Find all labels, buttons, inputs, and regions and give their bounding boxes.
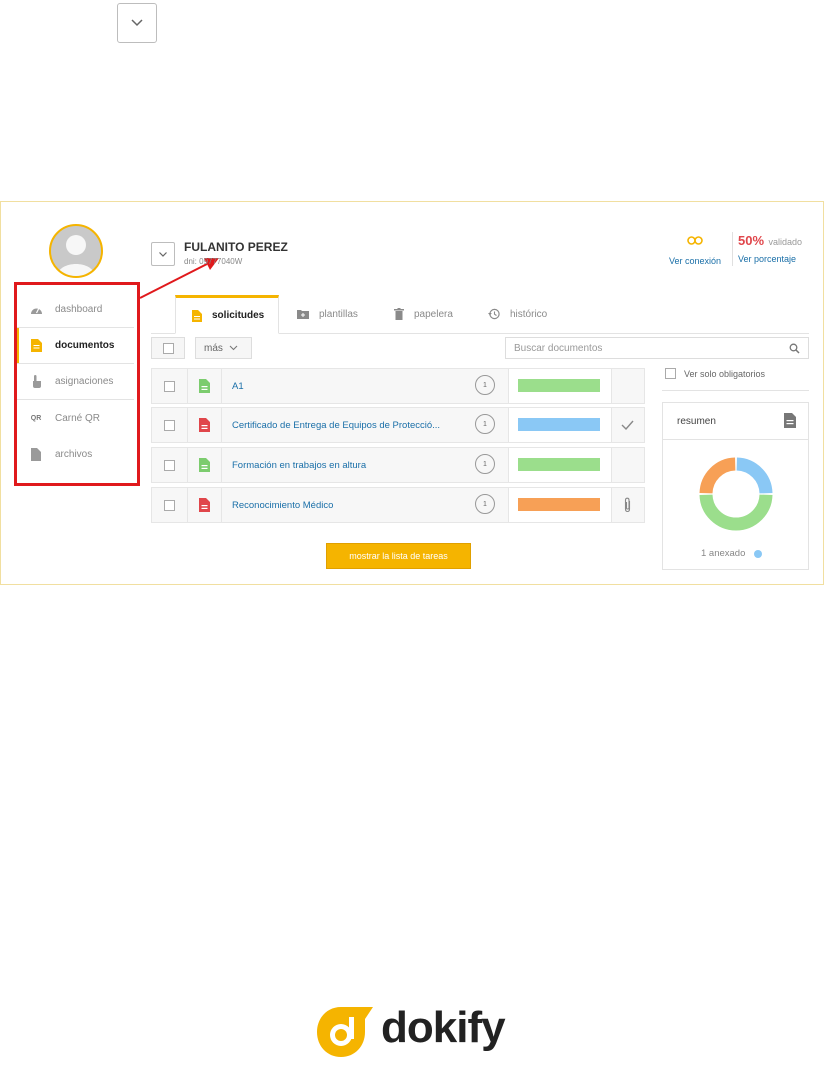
annexed-label: 1 anexado	[701, 548, 746, 559]
row-checkbox-cell	[152, 488, 188, 522]
row-checkbox[interactable]	[164, 459, 175, 471]
app-panel: dashboard documentos asignaciones QR Car…	[0, 201, 824, 585]
document-row[interactable]: Reconocimiento Médico 1	[151, 487, 645, 523]
dokify-logo: dokify	[313, 1003, 513, 1060]
search-input[interactable]: Buscar documentos	[505, 337, 809, 359]
user-name: FULANITO PEREZ	[184, 240, 288, 254]
status-bar	[518, 498, 600, 511]
file-icon-cell	[187, 488, 222, 522]
row-checkbox-cell	[152, 369, 188, 403]
annexed-dot	[754, 549, 763, 558]
document-icon	[192, 309, 202, 322]
summary-card: resumen 1 anexado	[662, 402, 809, 570]
tab-solicitudes[interactable]: solicitudes	[175, 295, 280, 334]
status-bar	[518, 379, 600, 392]
document-count: 1	[475, 375, 495, 395]
status-bar	[518, 418, 600, 431]
validation-percentage: 50%	[738, 233, 765, 248]
donut-slice	[699, 494, 773, 531]
status-bar	[518, 458, 600, 471]
search-placeholder: Buscar documentos	[514, 342, 603, 354]
row-checkbox[interactable]	[164, 499, 175, 511]
obligatory-filter[interactable]: Ver solo obligatorios	[665, 368, 765, 379]
status-bar-cell	[508, 408, 612, 442]
collapse-toggle-button[interactable]	[117, 3, 157, 43]
tab-papelera[interactable]: papelera	[394, 295, 453, 333]
history-icon	[488, 308, 500, 320]
link-icon	[687, 236, 703, 245]
document-count: 1	[475, 414, 495, 434]
row-checkbox-cell	[152, 408, 188, 442]
document-row[interactable]: Certificado de Entrega de Equipos de Pro…	[151, 407, 645, 443]
document-icon[interactable]	[784, 413, 796, 428]
annotation-highlight-box	[14, 282, 140, 486]
tab-label: histórico	[510, 308, 548, 320]
document-name[interactable]: Certificado de Entrega de Equipos de Pro…	[232, 408, 472, 442]
logo-wordmark: dokify	[381, 1003, 506, 1052]
file-icon	[198, 498, 210, 512]
document-count: 1	[475, 454, 495, 474]
folder-icon	[297, 309, 309, 319]
trash-icon	[394, 308, 404, 320]
validation-widget: 50% validado Ver porcentaje	[738, 232, 812, 264]
show-task-list-button[interactable]: mostrar la lista de tareas	[326, 543, 471, 569]
tab-historico[interactable]: histórico	[488, 295, 547, 333]
row-checkbox[interactable]	[164, 380, 175, 392]
header-divider	[732, 232, 733, 266]
tab-label: solicitudes	[212, 310, 265, 321]
file-icon	[198, 458, 210, 472]
file-icon-cell	[187, 408, 222, 442]
view-percentage-link[interactable]: Ver porcentaje	[738, 254, 812, 264]
donut-slice	[736, 457, 773, 494]
view-connection-link[interactable]: Ver conexión	[665, 256, 725, 266]
tab-label: plantillas	[319, 308, 358, 320]
obligatory-checkbox[interactable]	[665, 368, 676, 379]
row-action-cell	[611, 488, 644, 522]
status-bar-cell	[508, 488, 612, 522]
search-icon[interactable]	[789, 343, 800, 354]
status-bar-cell	[508, 369, 612, 403]
user-id: dni: 09777040W	[184, 257, 243, 266]
file-icon-cell	[187, 448, 222, 482]
validation-label: validado	[768, 237, 803, 247]
row-action-cell	[611, 408, 644, 442]
document-row[interactable]: Formación en trabajos en altura 1	[151, 447, 645, 483]
document-row[interactable]: A1 1	[151, 368, 645, 404]
donut-slice	[699, 457, 736, 494]
row-action-cell	[611, 448, 644, 482]
annexed-legend: 1 anexado	[701, 548, 763, 559]
row-action-cell	[611, 369, 644, 403]
chevron-down-icon	[159, 251, 167, 257]
document-count: 1	[475, 494, 495, 514]
connection-widget: Ver conexión	[665, 232, 725, 266]
paperclip-icon[interactable]	[623, 497, 632, 513]
file-icon	[198, 418, 210, 432]
select-all-checkbox-wrap	[151, 337, 185, 359]
tab-plantillas[interactable]: plantillas	[297, 295, 358, 333]
document-name[interactable]: Reconocimiento Médico	[232, 488, 472, 522]
divider	[662, 390, 809, 391]
select-all-checkbox[interactable]	[162, 342, 174, 354]
tab-label: papelera	[414, 308, 453, 320]
document-name[interactable]: Formación en trabajos en altura	[232, 448, 472, 482]
tab-bar: solicitudes plantillas papelera históric…	[151, 295, 809, 334]
file-icon	[198, 379, 210, 393]
check-icon[interactable]	[621, 420, 634, 430]
dokify-logo-mark	[317, 1007, 373, 1057]
summary-header: resumen	[663, 403, 808, 440]
chevron-down-icon	[229, 345, 238, 351]
file-icon-cell	[187, 369, 222, 403]
obligatory-label: Ver solo obligatorios	[684, 368, 766, 379]
row-checkbox-cell	[152, 448, 188, 482]
user-menu-toggle[interactable]	[151, 242, 175, 266]
more-actions-dropdown[interactable]: más	[195, 337, 252, 359]
row-checkbox[interactable]	[164, 419, 175, 431]
document-name[interactable]: A1	[232, 369, 472, 403]
summary-title: resumen	[677, 416, 716, 427]
status-bar-cell	[508, 448, 612, 482]
more-actions-label: más	[204, 342, 223, 354]
chevron-down-icon	[131, 19, 143, 27]
summary-donut-chart	[699, 457, 773, 531]
